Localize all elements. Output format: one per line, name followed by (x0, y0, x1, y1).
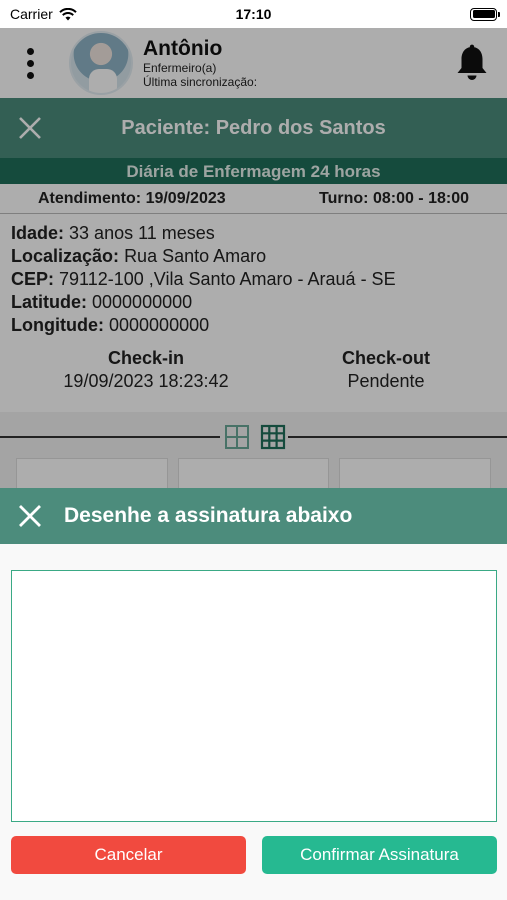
clock: 17:10 (235, 6, 272, 22)
modal-overlay (0, 28, 507, 488)
status-bar: Carrier 17:10 (0, 0, 507, 28)
carrier-label: Carrier (10, 6, 53, 22)
cancel-button[interactable]: Cancelar (11, 836, 246, 874)
confirm-signature-button[interactable]: Confirmar Assinatura (262, 836, 497, 874)
status-left: Carrier (10, 6, 77, 22)
wifi-icon (59, 7, 77, 20)
battery-icon (470, 7, 500, 21)
signature-canvas[interactable] (11, 570, 497, 822)
signature-title: Desenhe a assinatura abaixo (64, 504, 353, 527)
signature-sheet: Desenhe a assinatura abaixo Cancelar Con… (0, 488, 507, 900)
close-icon[interactable] (0, 504, 60, 528)
signature-header: Desenhe a assinatura abaixo (0, 488, 507, 544)
